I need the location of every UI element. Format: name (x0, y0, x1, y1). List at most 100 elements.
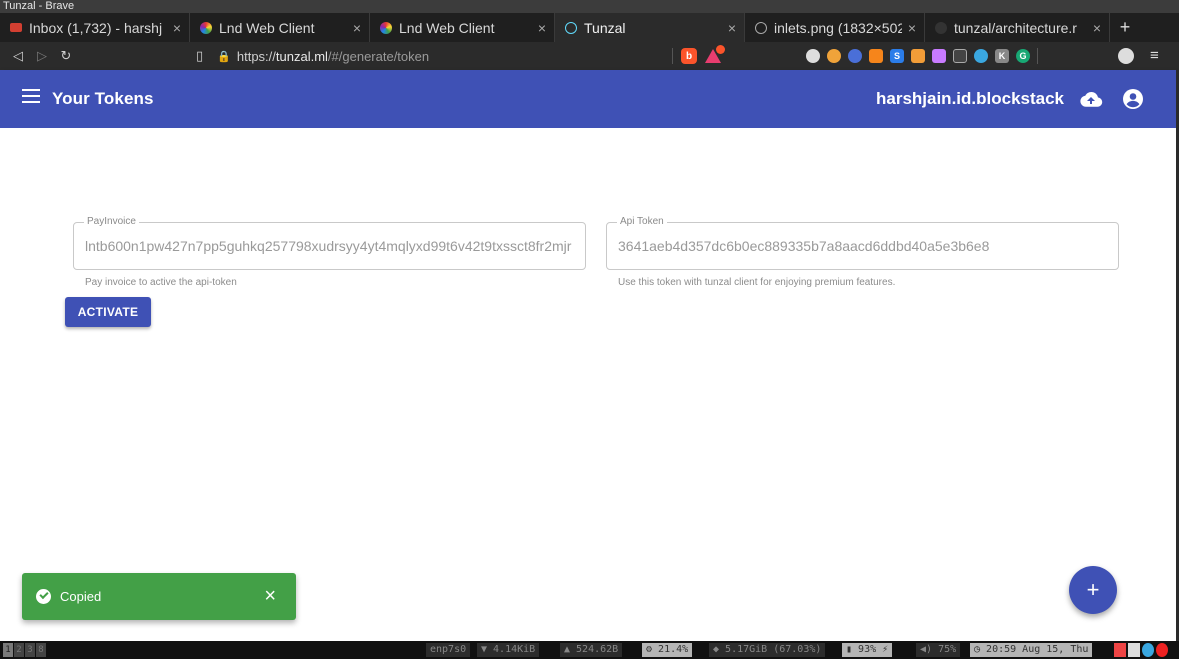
github-icon (935, 21, 947, 34)
lock-icon: 🔒 (217, 50, 231, 63)
api-token-value[interactable]: 3641aeb4d357dc6b0ec889335b7a8aacd6ddbd40… (618, 238, 1112, 254)
plug-icon: ⚡ (876, 644, 889, 655)
workspace-3[interactable]: 3 (25, 643, 35, 657)
close-icon[interactable]: × (264, 585, 276, 608)
lnd-icon (380, 21, 392, 34)
s-extension-icon[interactable]: S (890, 49, 904, 63)
tab-title: Lnd Web Client (219, 19, 315, 36)
circle-extension-icon[interactable] (848, 49, 862, 63)
memory-usage: ◆ 5.17GiB (67.03%) (709, 643, 826, 657)
activate-button[interactable]: ACTIVATE (65, 297, 151, 327)
browser-toolbar: ◁ ▷ ↻ ▯ 🔒 https://tunzal.ml/#/generate/t… (0, 42, 1179, 70)
api-token-label: Api Token (617, 216, 667, 227)
gmail-icon (10, 23, 22, 32)
url-scheme: https:// (236, 48, 276, 64)
tab-lnd-1[interactable]: Lnd Web Client × (190, 13, 370, 42)
app-bar: Your Tokens harshjain.id.blockstack (0, 70, 1176, 128)
url-host: tunzal.ml (275, 48, 328, 64)
tab-title: inlets.png (1832×502 (774, 19, 902, 36)
bookmark-icon[interactable]: ▯ (196, 48, 203, 64)
network-interface: enp7s0 (426, 643, 471, 657)
pay-invoice-label: PayInvoice (84, 216, 139, 227)
check-circle-icon (36, 589, 51, 604)
gem-extension-icon[interactable] (932, 49, 946, 63)
tab-close-icon[interactable]: × (728, 20, 736, 36)
workspace-2[interactable]: 2 (14, 643, 24, 657)
tab-inlets[interactable]: inlets.png (1832×502 × (745, 13, 925, 42)
api-token-helper: Use this token with tunzal client for en… (618, 277, 896, 288)
brave-shields-group: b (672, 42, 725, 70)
new-tab-button[interactable]: + (1110, 13, 1140, 42)
battery-value: 93% (858, 644, 877, 655)
panda-extension-icon[interactable] (806, 49, 820, 63)
snackbar: Copied × (22, 573, 296, 620)
tab-title: Lnd Web Client (399, 19, 495, 36)
react-icon (565, 21, 577, 34)
tab-strip: Inbox (1,732) - harshj × Lnd Web Client … (0, 13, 1179, 42)
hamburger-menu-icon[interactable] (22, 89, 40, 103)
tab-title: Tunzal (584, 19, 626, 36)
metamask-extension-icon[interactable] (869, 49, 883, 63)
tray-network-icon[interactable] (1142, 643, 1154, 657)
brave-shields-icon[interactable]: b (681, 48, 697, 64)
tab-close-icon[interactable]: × (908, 20, 916, 36)
memory-icon: ◆ (713, 644, 726, 655)
back-icon[interactable]: ◁ (6, 48, 30, 64)
clock-icon: ◷ (974, 644, 987, 655)
user-name: harshjain.id.blockstack (875, 89, 1064, 108)
link-extension-icon[interactable] (953, 49, 967, 63)
pay-invoice-value[interactable]: lntb600n1pw427n7pp5guhkq257798xudrsyy4yt… (85, 238, 579, 254)
tab-title: Inbox (1,732) - harshj (29, 19, 163, 36)
tab-close-icon[interactable]: × (353, 20, 361, 36)
tab-close-icon[interactable]: × (173, 20, 181, 36)
api-token-field[interactable]: Api Token 3641aeb4d357dc6b0ec889335b7a8a… (606, 216, 1119, 270)
volume-value: 75% (938, 644, 957, 655)
divider (1037, 48, 1038, 64)
download-rate: ▼ 4.14KiB (477, 643, 540, 657)
tab-github[interactable]: tunzal/architecture.r × (925, 13, 1110, 42)
clock-value: 20:59 Aug 15, Thu (986, 644, 1089, 655)
workspace-8[interactable]: 8 (36, 643, 46, 657)
lnd-icon (200, 21, 212, 34)
upload-rate: ▲ 524.62B (560, 643, 623, 657)
tab-tunzal[interactable]: Tunzal × (555, 13, 745, 42)
tray-window-icon[interactable] (1128, 643, 1140, 657)
workspace-switcher: 1 2 3 8 (3, 643, 46, 657)
clock: ◷ 20:59 Aug 15, Thu (970, 643, 1093, 657)
tab-close-icon[interactable]: × (538, 20, 546, 36)
grammarly-extension-icon[interactable]: G (1016, 49, 1030, 63)
pay-invoice-helper: Pay invoice to active the api-token (85, 277, 237, 288)
tab-lnd-2[interactable]: Lnd Web Client × (370, 13, 555, 42)
memory-value: 5.17GiB (67.03%) (725, 644, 822, 655)
system-taskbar: 1 2 3 8 enp7s0 ▼ 4.14KiB ▲ 524.62B ⚙ 21.… (0, 641, 1179, 659)
tab-close-icon[interactable]: × (1093, 20, 1101, 36)
account-circle-icon[interactable] (1122, 88, 1144, 110)
tray-alert-icon[interactable] (1156, 643, 1168, 657)
volume-status: ◀) 75% (916, 643, 961, 657)
fox-extension-icon[interactable] (827, 49, 841, 63)
url-path: /#/generate/token (327, 48, 430, 64)
tab-title: tunzal/architecture.r (954, 19, 1077, 36)
pay-invoice-field[interactable]: PayInvoice lntb600n1pw427n7pp5guhkq25779… (73, 216, 586, 270)
profile-icon[interactable] (1118, 48, 1134, 64)
k-extension-icon[interactable]: K (995, 49, 1009, 63)
cloud-upload-icon[interactable] (1079, 90, 1103, 108)
gear-extension-icon[interactable] (974, 49, 988, 63)
globe-icon (755, 21, 767, 34)
window-title: Tunzal - Brave (0, 0, 1179, 13)
tray-app-icon[interactable] (1114, 643, 1126, 657)
forward-icon[interactable]: ▷ (30, 48, 54, 64)
page-title: Your Tokens (52, 89, 154, 108)
workspace-1[interactable]: 1 (3, 643, 13, 657)
lock-extension-icon[interactable] (911, 49, 925, 63)
divider (672, 48, 673, 64)
tab-gmail[interactable]: Inbox (1,732) - harshj × (0, 13, 190, 42)
address-bar[interactable]: 🔒 https://tunzal.ml/#/generate/token (217, 45, 657, 67)
reload-icon[interactable]: ↻ (54, 48, 78, 64)
add-fab-button[interactable]: + (1069, 566, 1117, 614)
battery-icon: ▮ (846, 644, 859, 655)
battery-status: ▮ 93% ⚡ (842, 643, 893, 657)
menu-icon[interactable]: ≡ (1150, 47, 1159, 64)
brave-rewards-icon[interactable] (705, 45, 725, 63)
volume-icon: ◀) (920, 644, 939, 655)
